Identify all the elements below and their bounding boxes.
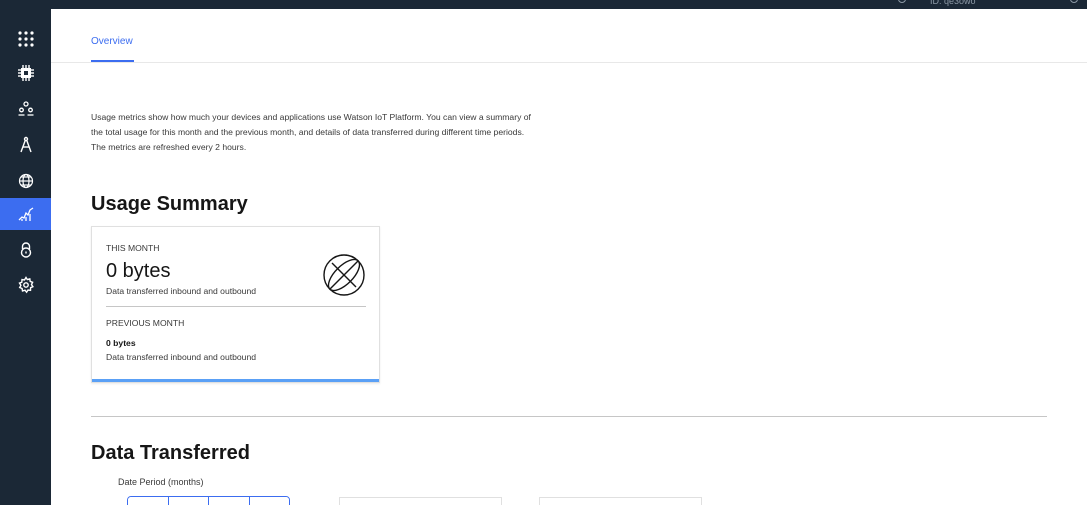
intro-line-2: the total usage for this month and the p… — [91, 127, 525, 137]
top-bar: ID: qe3owo — [0, 0, 1087, 9]
gear-icon — [17, 276, 34, 294]
date-period-option[interactable] — [249, 497, 289, 505]
date-period-selector — [127, 496, 290, 505]
tab-overview[interactable]: Overview — [91, 36, 133, 47]
sidebar — [0, 9, 51, 505]
globe-icon — [323, 254, 365, 296]
sidebar-item-members[interactable] — [0, 93, 51, 125]
section-divider — [91, 416, 1047, 417]
notification-icon[interactable] — [898, 0, 906, 3]
data-transferred-heading: Data Transferred — [91, 442, 250, 464]
sidebar-item-apps-tools[interactable] — [0, 129, 51, 161]
grid-icon — [17, 31, 34, 47]
sidebar-item-devices[interactable] — [0, 57, 51, 89]
previous-month-value: 0 bytes — [106, 338, 136, 348]
sidebar-item-usage[interactable] — [0, 198, 51, 230]
usage-summary-card: THIS MONTH 0 bytes Data transferred inbo… — [91, 226, 380, 383]
end-date-field[interactable] — [539, 497, 702, 505]
intro-line-3: The metrics are refreshed every 2 hours. — [91, 142, 247, 152]
date-period-option[interactable] — [168, 497, 209, 505]
previous-month-description: Data transferred inbound and outbound — [106, 352, 257, 362]
date-period-option[interactable] — [128, 497, 169, 505]
this-month-description: Data transferred inbound and outbound — [106, 286, 257, 296]
date-period-option[interactable] — [209, 497, 250, 505]
sidebar-item-rules[interactable] — [0, 165, 51, 197]
usage-summary-heading: Usage Summary — [91, 193, 248, 215]
user-icon[interactable] — [1070, 0, 1078, 3]
tab-active-indicator — [91, 60, 134, 62]
globe-dots-icon — [18, 173, 33, 189]
usage-chart-icon — [18, 207, 33, 221]
org-id: ID: qe3owo — [930, 0, 976, 6]
sidebar-item-settings[interactable] — [0, 269, 51, 301]
card-accent-bar — [92, 379, 379, 382]
tab-bar: Overview — [51, 9, 1087, 63]
compass-icon — [19, 136, 32, 153]
intro-line-1: Usage metrics show how much your devices… — [91, 112, 531, 122]
chip-icon — [17, 65, 34, 81]
start-date-field[interactable] — [339, 497, 502, 505]
this-month-value: 0 bytes — [106, 260, 171, 282]
sidebar-item-security[interactable] — [0, 234, 51, 266]
members-icon — [18, 101, 33, 116]
previous-month-label: PREVIOUS MONTH — [106, 318, 185, 328]
card-divider — [106, 306, 366, 307]
intro-text: Usage metrics show how much your devices… — [91, 110, 611, 155]
sidebar-item-apps[interactable] — [0, 23, 51, 55]
this-month-label: THIS MONTH — [106, 243, 160, 253]
date-period-label: Date Period (months) — [118, 477, 204, 487]
lock-icon — [20, 242, 31, 258]
